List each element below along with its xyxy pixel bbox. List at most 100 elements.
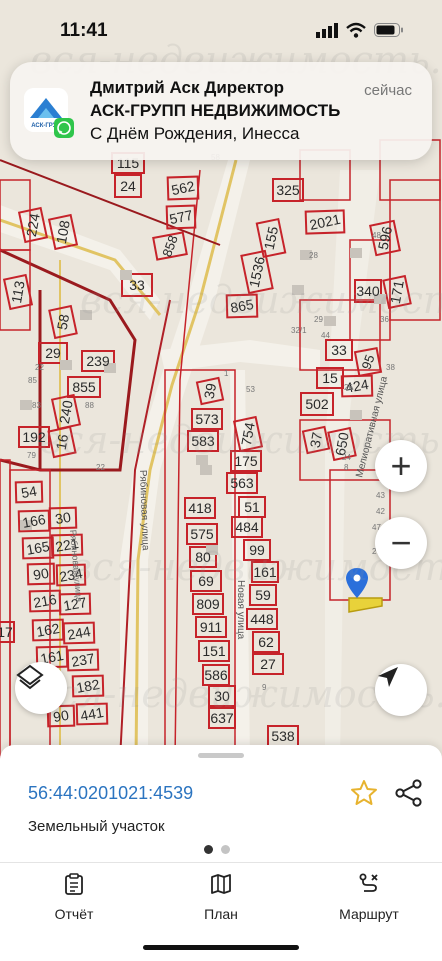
zoom-out-button[interactable]: −: [375, 517, 427, 569]
parcel-number: 244: [66, 623, 92, 643]
parcel-number: 577: [168, 207, 194, 228]
cellular-signal-icon: [316, 23, 338, 38]
building: [60, 360, 72, 370]
tab-plan-label: План: [204, 906, 238, 922]
building: [20, 400, 32, 410]
page-dot: [221, 845, 230, 854]
building-number: 44: [321, 331, 330, 340]
notification-message: С Днём Рождения, Инесса: [90, 124, 300, 143]
parcel-number: 27: [260, 656, 276, 672]
tab-route-label: Маршрут: [339, 906, 399, 922]
building-number: 88: [85, 401, 94, 410]
tab-report-label: Отчёт: [54, 906, 94, 922]
building-number: 43: [376, 491, 385, 500]
route-icon: [359, 873, 378, 892]
navigation-arrow-icon: [378, 667, 398, 687]
parcel-number: 538: [271, 728, 295, 744]
whatsapp-icon: [54, 118, 74, 138]
selected-parcel[interactable]: [348, 597, 383, 613]
building-number: 48: [372, 231, 381, 240]
minus-icon: −: [390, 522, 412, 563]
parcel-number: 237: [70, 650, 96, 670]
parcel-number: 502: [305, 396, 329, 412]
parcel-number: 911: [200, 619, 223, 635]
report-icon: [65, 873, 83, 895]
parcel-number: 448: [250, 611, 274, 627]
parcel-number: 58: [54, 313, 72, 331]
star-icon[interactable]: [350, 779, 378, 807]
zoom-in-button[interactable]: +: [375, 440, 427, 492]
parcel-number: 95: [359, 353, 378, 372]
parcel-number: 562: [170, 178, 196, 199]
building-number: 38: [386, 363, 395, 372]
notification-banner[interactable]: АСК-ГРУП Дмитрий Аск Директор сейчас АСК…: [10, 62, 432, 160]
parcel-number: 30: [54, 509, 72, 527]
building-number: 28: [309, 251, 318, 260]
building-number: 83: [32, 401, 41, 410]
parcel-number: 39: [201, 382, 219, 400]
parcel-number: 166: [21, 511, 47, 531]
parcel-number: 575: [190, 526, 214, 542]
sheet-drag-handle[interactable]: [198, 753, 244, 758]
parcel-number: 484: [235, 519, 259, 535]
page-dot-active: [204, 845, 213, 854]
layers-icon: [16, 664, 44, 690]
parcel-number: 15: [322, 370, 338, 386]
parcel-number: 90: [32, 565, 50, 583]
cadastral-number[interactable]: 56:44:0201021:4539: [28, 783, 193, 804]
page-indicator: [204, 845, 230, 854]
parcel-number: 54: [20, 483, 38, 501]
building-number: 22: [96, 463, 105, 472]
parcel-number: 29: [45, 345, 61, 361]
building: [200, 465, 212, 475]
building-number: 22: [35, 363, 44, 372]
parcel-number: 51: [244, 499, 260, 515]
share-icon[interactable]: [394, 778, 424, 808]
parcel-number: 24: [120, 178, 136, 194]
home-indicator[interactable]: [143, 945, 299, 950]
building: [350, 248, 362, 258]
parcel-number: 113: [8, 279, 28, 304]
parcel-number: 418: [188, 500, 212, 516]
notification-sender: Дмитрий Аск Директор: [90, 78, 284, 97]
parcel-number: 216: [32, 591, 58, 611]
plus-icon: +: [390, 445, 412, 486]
parcel-number: 239: [86, 353, 110, 369]
notification-time: сейчас: [364, 82, 412, 99]
parcel-number: 59: [255, 587, 271, 603]
building-number: 32/1: [291, 326, 307, 335]
parcel-type: Земельный участок: [28, 818, 165, 835]
building-number: 85: [28, 376, 37, 385]
notification-company: АСК-ГРУПП НЕДВИЖИМОСТЬ: [90, 101, 341, 120]
parcel-number: 155: [261, 225, 282, 251]
parcel-number: 325: [276, 182, 300, 198]
parcel-boundary: [0, 459, 11, 760]
building-number: 79: [27, 451, 36, 460]
tab-report[interactable]: Отчёт: [48, 873, 100, 922]
parcel-number: 17: [0, 624, 13, 640]
my-location-button[interactable]: [375, 664, 427, 716]
building-number: 26: [344, 383, 353, 392]
parcel-number: 165: [25, 538, 51, 558]
building-number: 1: [224, 369, 229, 378]
parcel-number: 62: [258, 634, 274, 650]
parcel-number: 151: [202, 643, 226, 659]
battery-icon: [374, 23, 403, 37]
building-number: 53: [246, 385, 255, 394]
parcel-number: 855: [72, 379, 96, 395]
parcel-number: 33: [331, 342, 347, 358]
status-time: 11:41: [60, 20, 108, 41]
building-number: 42: [376, 507, 385, 516]
watermark: вся-недвижимость.net: [80, 278, 442, 322]
wifi-icon: [346, 22, 366, 38]
tab-plan[interactable]: План: [198, 873, 244, 922]
status-bar: 11:41: [0, 0, 442, 60]
parcel-number: 563: [230, 475, 254, 491]
tab-route[interactable]: Маршрут: [332, 873, 406, 922]
building-number: 8: [344, 463, 349, 472]
map-icon: [211, 874, 231, 894]
parcel-number: 162: [35, 620, 61, 640]
parcel-info-sheet[interactable]: 56:44:0201021:4539 Земельный участок: [0, 745, 442, 865]
parcel-number: 809: [196, 596, 220, 612]
layers-button[interactable]: [15, 662, 67, 714]
